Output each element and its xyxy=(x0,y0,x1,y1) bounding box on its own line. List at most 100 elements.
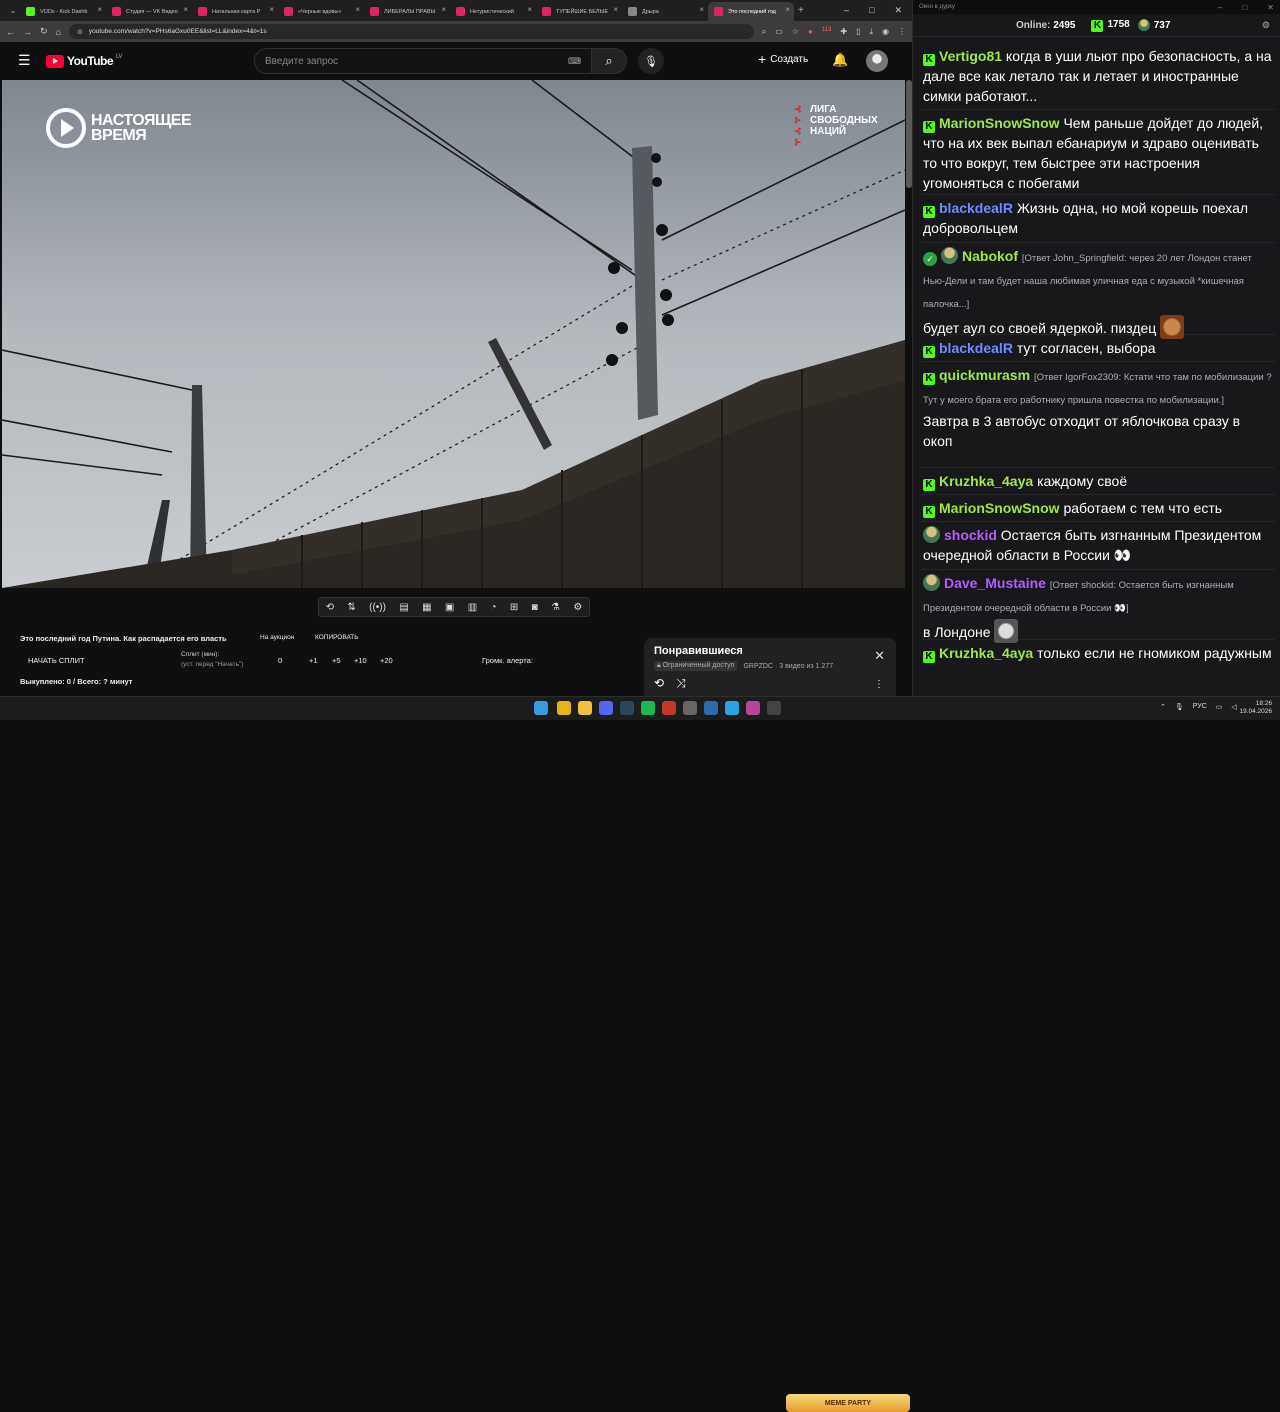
tab-close-icon[interactable]: × xyxy=(527,5,532,14)
reload-icon[interactable]: ↻ xyxy=(40,26,48,37)
chat-username[interactable]: blackdealR xyxy=(939,340,1013,356)
flask-icon[interactable]: ⚗ xyxy=(551,602,560,613)
video-player[interactable]: НАСТОЯЩЕЕ ВРЕМЯ ⊰ ⊱ ⊰ ⊱ ЛИГА СВОБОДНЫХ НАЦИ… xyxy=(2,80,905,588)
bookmark-star-icon[interactable]: ☆ xyxy=(792,27,799,37)
add-1-button[interactable]: +1 xyxy=(309,656,318,665)
browser-tab[interactable]: Студия — VK Видео × xyxy=(106,2,192,21)
clapper-icon[interactable]: ▦ xyxy=(422,602,431,613)
download-icon[interactable]: ⤓ xyxy=(869,27,873,37)
auction-button[interactable]: На аукцион xyxy=(260,634,294,641)
youtube-logo[interactable]: YouTube LV xyxy=(46,54,122,68)
sidebar-icon[interactable]: ▯ xyxy=(856,27,860,37)
home-icon[interactable]: ⌂ xyxy=(56,27,61,37)
start-icon[interactable] xyxy=(534,701,548,715)
chat-username[interactable]: Kruzhka_4aya xyxy=(939,645,1033,661)
browser-tab[interactable]: «Черные вдовы» × xyxy=(278,2,364,21)
chrome-icon[interactable] xyxy=(557,701,571,715)
spotify-icon[interactable] xyxy=(641,701,655,715)
extension-icon[interactable]: ● xyxy=(808,27,813,37)
tab-close-icon[interactable]: × xyxy=(613,5,618,14)
playlist-title[interactable]: Понравившиеся xyxy=(654,645,886,657)
add-5-button[interactable]: +5 xyxy=(332,656,341,665)
cast-icon[interactable]: ▭ xyxy=(775,27,783,37)
browser-tab[interactable]: Натальная карта Р × xyxy=(192,2,278,21)
notifications-bell-icon[interactable]: 🔔 xyxy=(832,52,848,68)
captions-icon[interactable]: ▥ xyxy=(468,602,477,613)
tray-chevron-icon[interactable]: ⌃ xyxy=(1160,703,1166,711)
split-value[interactable]: 0 xyxy=(278,656,282,665)
forward-icon[interactable]: → xyxy=(23,27,32,37)
gear-icon[interactable]: ⚙ xyxy=(573,602,582,613)
chat-username[interactable]: Kruzhka_4aya xyxy=(939,473,1033,489)
browser-tab[interactable]: ТУПЕЙШИЕ БЕЛЫЕ × xyxy=(536,2,622,21)
chat-username[interactable]: Dave_Mustaine xyxy=(944,575,1046,591)
clock[interactable]: 18:26 19.04.2026 xyxy=(1239,700,1272,716)
steam-icon[interactable] xyxy=(620,701,634,715)
start-split-button[interactable]: НАЧАТЬ СПЛИТ xyxy=(28,656,85,665)
tab-close-icon[interactable]: × xyxy=(355,5,360,14)
loop-icon[interactable]: ⟲ xyxy=(326,602,334,613)
search-button[interactable]: ⌕ xyxy=(591,48,627,74)
repeat-icon[interactable]: ⟲ xyxy=(654,676,664,691)
lang-indicator[interactable]: РУС xyxy=(1193,703,1207,711)
zoom-icon[interactable]: ⌕ xyxy=(762,27,766,37)
chat-username[interactable]: shockid xyxy=(944,527,997,543)
minimize-icon[interactable]: – xyxy=(844,5,849,16)
chat-username[interactable]: MarionSnowSnow xyxy=(939,500,1060,516)
voice-search-button[interactable]: 🎙 xyxy=(638,48,664,74)
sort-icon[interactable]: ⇅ xyxy=(347,602,355,613)
chat-username[interactable]: quickmurasm xyxy=(939,367,1030,383)
chat-username[interactable]: Vertigo81 xyxy=(939,48,1002,64)
tab-search-icon[interactable]: ⌄ xyxy=(6,6,20,15)
browser-tab[interactable]: Нетуристический × xyxy=(450,2,536,21)
broadcast-icon[interactable]: ((•)) xyxy=(369,602,386,613)
chat-close-icon[interactable]: ✕ xyxy=(1267,3,1274,12)
chat-username[interactable]: blackdealR xyxy=(939,200,1013,216)
volume-icon[interactable]: ◁ xyxy=(1231,703,1236,711)
tab-close-icon[interactable]: × xyxy=(699,5,704,14)
playlist-icon[interactable]: ▤ xyxy=(399,602,408,613)
app-icon[interactable] xyxy=(704,701,718,715)
add-20-button[interactable]: +20 xyxy=(380,656,393,665)
hamburger-menu-icon[interactable]: ☰ xyxy=(18,52,31,69)
speed-icon[interactable]: ◔ xyxy=(491,602,497,613)
tab-close-icon[interactable]: × xyxy=(269,5,274,14)
network-icon[interactable]: ▭ xyxy=(1216,703,1223,711)
chat-settings-icon[interactable]: ⚙ xyxy=(1262,20,1270,31)
browser-tab[interactable]: ЛИБЕРАЛЫ ПРАВЫ × xyxy=(364,2,450,21)
explorer-icon[interactable] xyxy=(578,701,592,715)
app-icon[interactable] xyxy=(662,701,676,715)
address-bar[interactable]: ⚙ youtube.com/watch?v=PHs6aGxu0EE&list=L… xyxy=(68,24,754,39)
tab-close-icon[interactable]: × xyxy=(441,5,446,14)
extension-badge[interactable]: 113 xyxy=(822,27,832,37)
meme-party-widget[interactable]: MEME PARTY xyxy=(786,1394,910,1412)
app-icon[interactable] xyxy=(683,701,697,715)
close-window-icon[interactable]: ✕ xyxy=(894,5,902,16)
copy-button[interactable]: КОПИРОВАТЬ xyxy=(315,634,359,641)
chat-username[interactable]: Nabokof xyxy=(962,248,1018,264)
site-info-icon[interactable]: ⚙ xyxy=(77,28,83,36)
close-icon[interactable]: ✕ xyxy=(874,648,885,664)
shuffle-icon[interactable]: ⤨ xyxy=(676,676,686,691)
telegram-icon[interactable] xyxy=(725,701,739,715)
camera-icon[interactable]: ◙ xyxy=(532,602,538,613)
browser-tab[interactable]: Это последний год × xyxy=(708,2,794,21)
new-tab-button[interactable]: + xyxy=(798,5,804,16)
chat-minimize-icon[interactable]: – xyxy=(1218,3,1222,12)
extensions-puzzle-icon[interactable]: ✚ xyxy=(840,27,847,37)
app-icon[interactable] xyxy=(767,701,781,715)
create-button[interactable]: + Создать xyxy=(758,51,808,67)
tab-close-icon[interactable]: × xyxy=(97,5,102,14)
app-icon[interactable] xyxy=(746,701,760,715)
browser-tab[interactable]: VODs - Kick Dashb × xyxy=(20,2,106,21)
menu-dots-icon[interactable]: ⋮ xyxy=(898,27,906,37)
add-clip-icon[interactable]: ⊞ xyxy=(510,602,518,613)
maximize-icon[interactable]: □ xyxy=(869,5,874,16)
chat-maximize-icon[interactable]: □ xyxy=(1242,3,1247,12)
browser-tab[interactable]: Дрыра × xyxy=(622,2,708,21)
more-options-icon[interactable]: ⋮ xyxy=(874,679,884,690)
add-10-button[interactable]: +10 xyxy=(354,656,367,665)
pip-icon[interactable]: ▣ xyxy=(445,602,454,613)
chat-username[interactable]: MarionSnowSnow xyxy=(939,115,1060,131)
keyboard-icon[interactable]: ⌨ xyxy=(568,56,581,67)
